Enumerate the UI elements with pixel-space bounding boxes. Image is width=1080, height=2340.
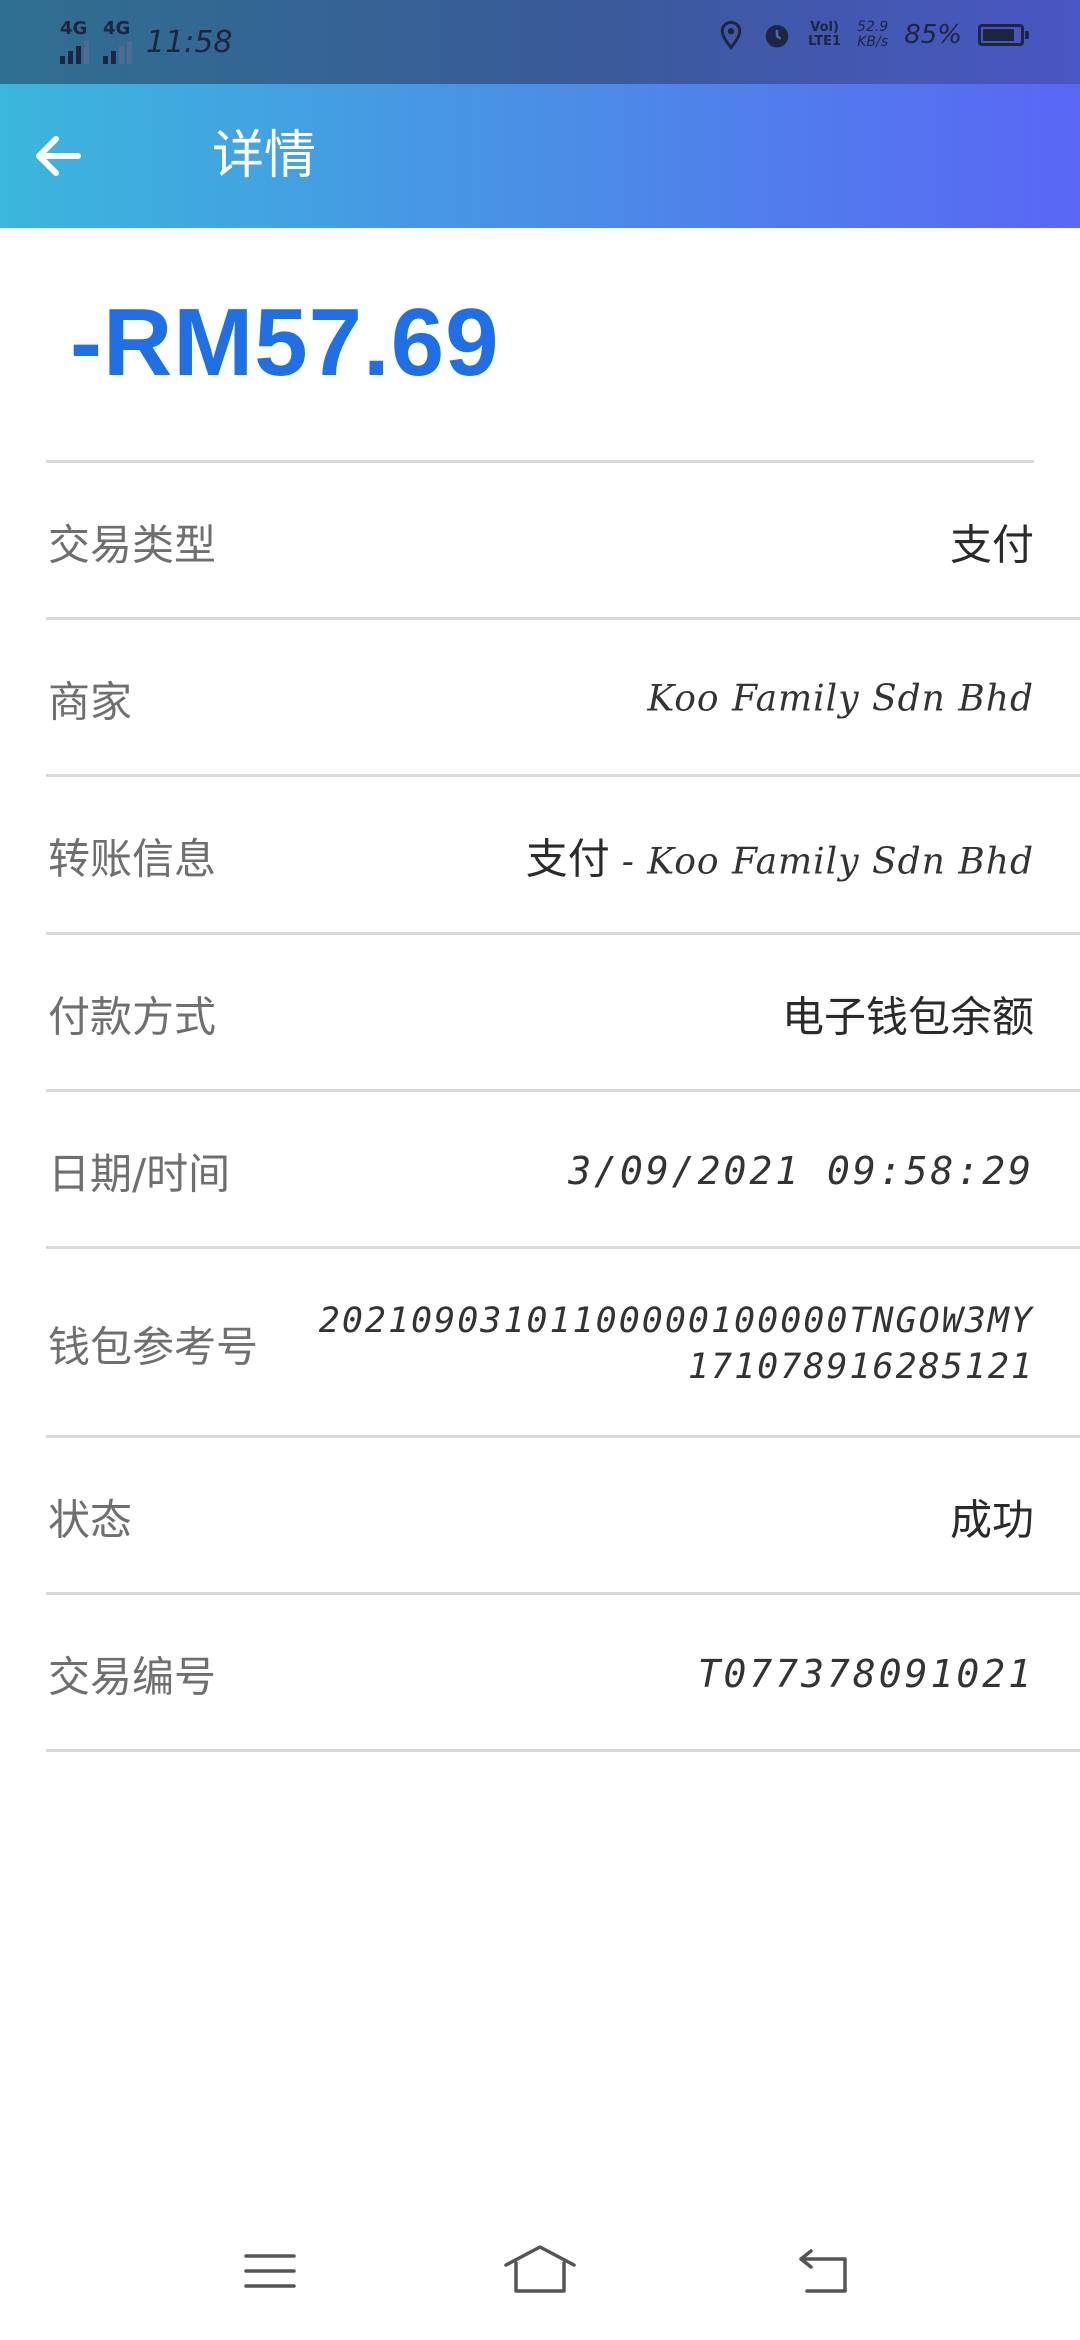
- row-value: 电子钱包余额: [781, 992, 1034, 1041]
- network-type-1: 4G: [60, 18, 88, 39]
- row-datetime: 日期/时间 3/09/2021 09:58:29: [0, 1092, 1080, 1249]
- row-value: Koo Family Sdn Bhd: [647, 678, 1034, 719]
- volte-bottom: LTE1: [808, 34, 842, 49]
- app-bar: 详情: [0, 84, 1080, 228]
- speed-unit: KB/s: [857, 34, 889, 50]
- transaction-amount: -RM57.69: [70, 289, 500, 396]
- location-icon: [720, 20, 742, 50]
- signal-icon-sim1: 4G: [60, 18, 89, 64]
- row-label: 钱包参考号: [48, 1322, 259, 1371]
- return-button[interactable]: [785, 2236, 865, 2306]
- row-wallet-reference: 钱包参考号 20210903101100000100000TNGOW3MY 17…: [0, 1249, 1080, 1438]
- row-status: 状态 成功: [0, 1438, 1080, 1595]
- status-bar: 4G 4G 11:58 Vol) LTE1 52.9 KB/s 85%: [0, 0, 1080, 84]
- row-label: 交易类型: [48, 520, 217, 569]
- status-time: 11:58: [146, 24, 233, 60]
- row-value: 支付 - Koo Family Sdn Bhd: [526, 826, 1034, 887]
- row-value-line2: 171078916285121: [687, 1346, 1034, 1387]
- battery-percent: 85%: [904, 20, 962, 50]
- menu-icon: [244, 2254, 296, 2288]
- row-value-line1: 20210903101100000100000TNGOW3MY: [318, 1300, 1034, 1341]
- status-right: Vol) LTE1 52.9 KB/s 85%: [716, 20, 1029, 50]
- page-title: 详情: [212, 126, 317, 186]
- row-value: 支付: [949, 520, 1034, 569]
- menu-button[interactable]: [230, 2236, 310, 2306]
- arrow-left-icon: [36, 136, 81, 176]
- row-label: 日期/时间: [48, 1149, 231, 1198]
- row-transaction-id: 交易编号 T077378091021: [0, 1595, 1080, 1752]
- row-value: 成功: [949, 1495, 1034, 1544]
- row-value-suffix: - Koo Family Sdn Bhd: [621, 841, 1034, 883]
- home-icon: [504, 2245, 576, 2293]
- battery-icon: [978, 24, 1029, 46]
- row-transfer-info: 转账信息 支付 - Koo Family Sdn Bhd: [0, 777, 1080, 935]
- back-button[interactable]: [26, 124, 90, 188]
- home-button[interactable]: [500, 2236, 580, 2306]
- return-icon: [799, 2249, 847, 2293]
- volte-indicator: Vol) LTE1: [808, 21, 841, 49]
- speed-value: 52.9: [857, 19, 889, 35]
- row-label: 状态: [48, 1495, 133, 1544]
- signal-icon-sim2: 4G: [103, 18, 132, 64]
- row-label: 商家: [48, 677, 133, 726]
- divider: [46, 1749, 1080, 1752]
- row-label: 转账信息: [48, 834, 217, 884]
- detail-list: 交易类型 支付 商家 Koo Family Sdn Bhd 转账信息 支付 - …: [0, 463, 1080, 1752]
- battery-fill: [983, 29, 1014, 41]
- row-payment-method: 付款方式 电子钱包余额: [0, 935, 1080, 1092]
- alarm-icon: [765, 25, 789, 48]
- network-speed: 52.9 KB/s: [857, 20, 888, 50]
- system-nav-bar: [0, 2200, 1080, 2340]
- status-left: 4G 4G 11:58: [60, 18, 233, 64]
- row-value-prefix: 支付: [525, 834, 610, 884]
- volte-top: Vol): [810, 20, 839, 35]
- row-value: T077378091021: [697, 1651, 1034, 1696]
- row-merchant: 商家 Koo Family Sdn Bhd: [0, 620, 1080, 777]
- row-label: 交易编号: [48, 1652, 217, 1701]
- row-value: 3/09/2021 09:58:29: [568, 1148, 1034, 1193]
- row-value: 20210903101100000100000TNGOW3MY 17107891…: [319, 1298, 1034, 1390]
- network-type-2: 4G: [103, 18, 131, 39]
- row-transaction-type: 交易类型 支付: [0, 463, 1080, 620]
- row-label: 付款方式: [48, 992, 217, 1041]
